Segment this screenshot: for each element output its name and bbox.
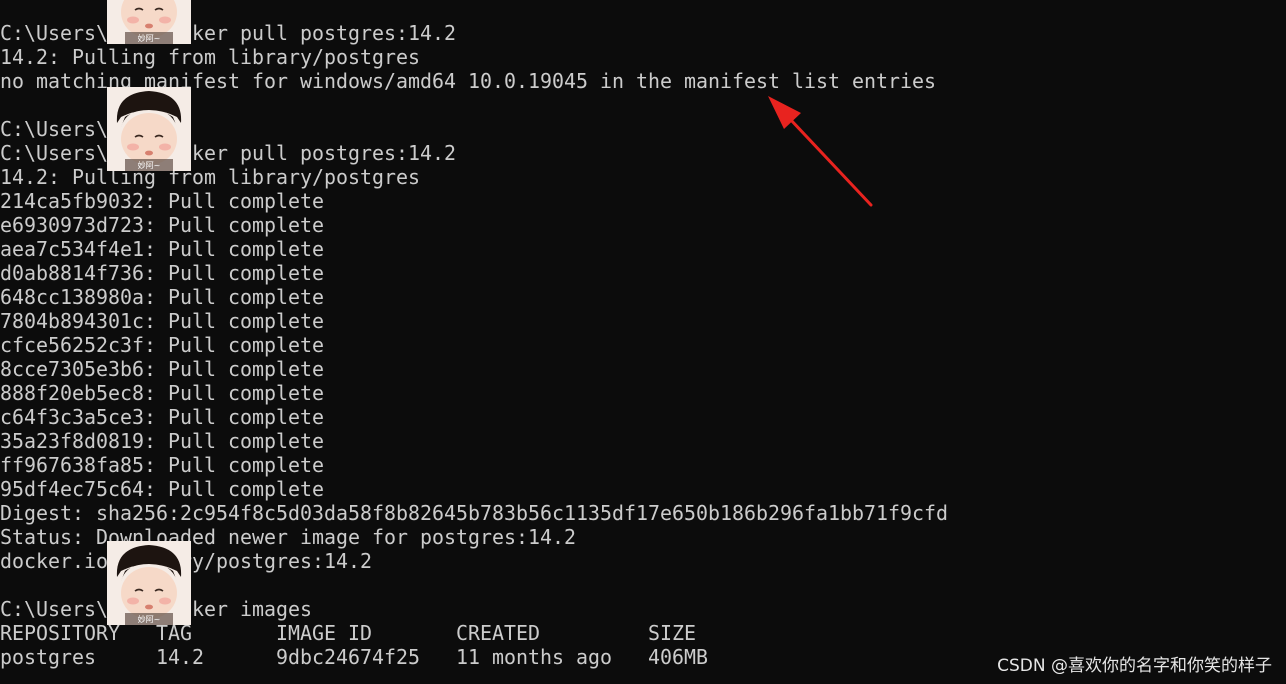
terminal-line: REPOSITORY TAG IMAGE ID CREATED SIZE	[0, 621, 696, 645]
sticker-avatar: 妙阿~	[107, 541, 191, 625]
terminal-line: 95df4ec75c64: Pull complete	[0, 477, 324, 501]
terminal-line: 35a23f8d0819: Pull complete	[0, 429, 324, 453]
terminal-line: C:\Users\ 72>docker pull postgres:14.2	[0, 141, 456, 165]
sticker-avatar: 妙阿~	[107, 0, 191, 44]
terminal-line: aea7c534f4e1: Pull complete	[0, 237, 324, 261]
terminal-line: c64f3c3a5ce3: Pull complete	[0, 405, 324, 429]
terminal-line: postgres 14.2 9dbc24674f25 11 months ago…	[0, 645, 708, 669]
terminal-line: 888f20eb5ec8: Pull complete	[0, 381, 324, 405]
terminal-line: C:\Users\ 72>docker pull postgres:14.2	[0, 21, 456, 45]
terminal-line: ff967638fa85: Pull complete	[0, 453, 324, 477]
terminal-line: Status: Downloaded newer image for postg…	[0, 525, 576, 549]
terminal-line: 7804b894301c: Pull complete	[0, 309, 324, 333]
terminal-line: e6930973d723: Pull complete	[0, 213, 324, 237]
sticker-caption: 妙阿~	[138, 33, 161, 43]
terminal-line: 8cce7305e3b6: Pull complete	[0, 357, 324, 381]
terminal-line: Digest: sha256:2c954f8c5d03da58f8b82645b…	[0, 501, 948, 525]
terminal-line: 14.2: Pulling from library/postgres	[0, 45, 420, 69]
terminal-line: 214ca5fb9032: Pull complete	[0, 189, 324, 213]
terminal-line: 14.2: Pulling from library/postgres	[0, 165, 420, 189]
terminal-line: d0ab8814f736: Pull complete	[0, 261, 324, 285]
sticker-caption: 妙阿~	[138, 614, 161, 624]
sticker-caption: 妙阿~	[138, 160, 161, 170]
terminal-line: 648cc138980a: Pull complete	[0, 285, 324, 309]
csdn-watermark: CSDN @喜欢你的名字和你笑的样子	[997, 656, 1272, 676]
sticker-avatar: 妙阿~	[107, 87, 191, 171]
terminal-line: cfce56252c3f: Pull complete	[0, 333, 324, 357]
terminal-window[interactable]: C:\Users\ 72>docker pull postgres:14.2 1…	[0, 0, 1286, 684]
